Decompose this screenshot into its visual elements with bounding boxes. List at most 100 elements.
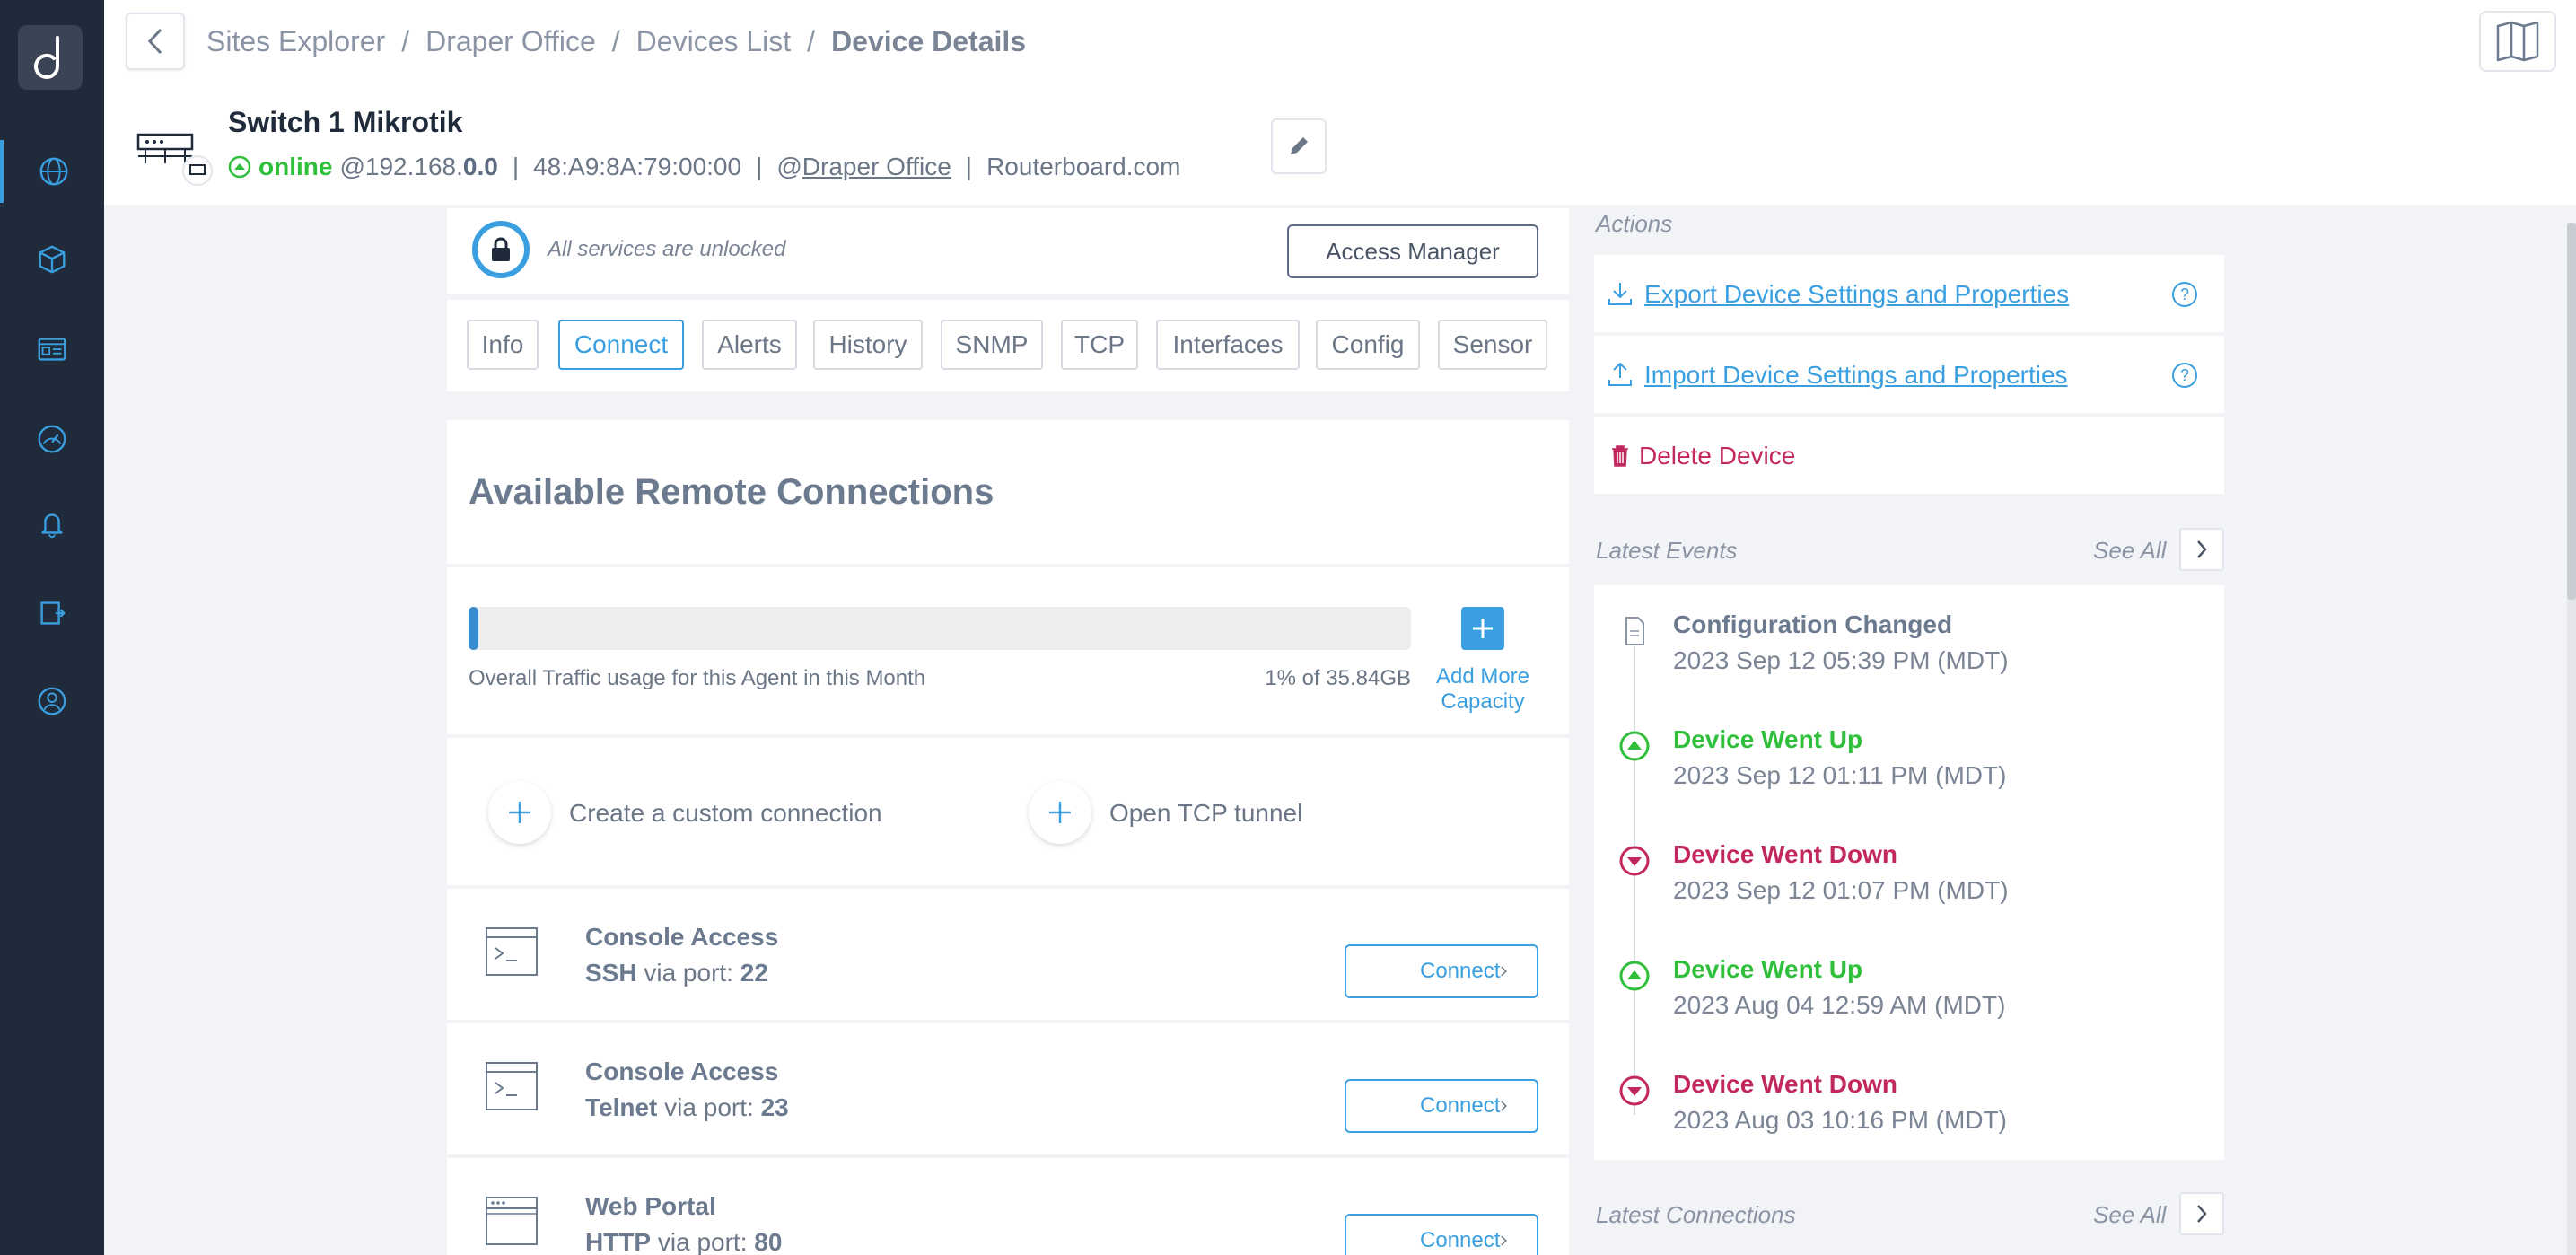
back-button[interactable] xyxy=(126,13,185,70)
event-time: 2023 Sep 12 01:07 PM (MDT) xyxy=(1673,876,2009,904)
chevron-right-icon xyxy=(2197,1205,2207,1223)
access-manager-button[interactable]: Access Manager xyxy=(1287,224,1538,278)
traffic-value: 1% of 35.84GB xyxy=(1265,666,1411,690)
nav-reports[interactable] xyxy=(0,582,104,645)
event-title: Device Went Up xyxy=(1673,955,1863,983)
nav-sites[interactable] xyxy=(0,140,104,203)
lock-status-text: All services are unlocked xyxy=(548,237,786,261)
export-settings-row: Export Device Settings and Properties ? xyxy=(1594,255,2224,332)
nav-alerts[interactable] xyxy=(0,492,104,555)
logo-d-icon xyxy=(34,36,59,79)
connection-protocol-port: HTTP via port: 80 xyxy=(585,1228,782,1255)
delete-device-label[interactable]: Delete Device xyxy=(1639,442,1795,470)
sidebar xyxy=(0,0,104,1255)
tab-tcp[interactable]: TCP xyxy=(1061,320,1138,370)
browser-icon xyxy=(486,1197,538,1245)
breadcrumb-separator: / xyxy=(401,25,410,57)
tab-bar: Info Connect Alerts History SNMP TCP Int… xyxy=(447,300,1569,391)
event-title: Device Went Down xyxy=(1673,840,1897,868)
connect-label: Connect xyxy=(1420,1093,1501,1118)
export-settings-link[interactable]: Export Device Settings and Properties xyxy=(1644,280,2069,309)
connection-via: via port: xyxy=(644,959,733,987)
plus-icon xyxy=(1473,619,1493,638)
delete-device-row[interactable]: Delete Device xyxy=(1594,417,2224,494)
open-tcp-tunnel-button[interactable] xyxy=(1029,781,1091,844)
device-ip-suffix: 0.0 xyxy=(462,153,498,180)
connect-telnet-button[interactable]: Connect xyxy=(1345,1079,1538,1133)
nav-inventory[interactable] xyxy=(0,318,104,381)
import-settings-link[interactable]: Import Device Settings and Properties xyxy=(1644,361,2068,390)
id-card-icon xyxy=(38,338,66,361)
tab-alerts[interactable]: Alerts xyxy=(702,320,797,370)
app-logo[interactable] xyxy=(18,25,83,90)
breadcrumb-sites-explorer[interactable]: Sites Explorer xyxy=(206,25,385,58)
connection-port: 22 xyxy=(740,959,768,987)
event-item[interactable]: Device Went Down 2023 Aug 03 10:16 PM (M… xyxy=(1594,1045,2224,1160)
plus-icon xyxy=(1049,802,1071,823)
traffic-usage-panel: Overall Traffic usage for this Agent in … xyxy=(447,567,1569,734)
nav-monitoring[interactable] xyxy=(0,408,104,470)
event-item[interactable]: Device Went Down 2023 Sep 12 01:07 PM (M… xyxy=(1594,815,2224,930)
lock-icon xyxy=(472,221,530,278)
breadcrumb-draper-office[interactable]: Draper Office xyxy=(425,25,596,58)
connect-ssh-button[interactable]: Connect xyxy=(1345,944,1538,998)
connect-http-button[interactable]: Connect xyxy=(1345,1214,1538,1255)
device-site-prefix: @ xyxy=(776,153,802,180)
events-timeline: Configuration Changed 2023 Sep 12 05:39 … xyxy=(1594,585,2224,1160)
status-down-icon xyxy=(1619,846,1650,876)
connection-title: Console Access xyxy=(585,923,779,951)
create-custom-connection-label[interactable]: Create a custom connection xyxy=(569,799,882,828)
events-see-all-link[interactable]: See All xyxy=(2093,537,2166,565)
tab-interfaces[interactable]: Interfaces xyxy=(1156,320,1300,370)
book-icon xyxy=(2496,21,2539,62)
device-header: Sites Explorer / Draper Office / Devices… xyxy=(104,0,2576,205)
connection-port: 23 xyxy=(760,1093,789,1121)
connection-protocol: Telnet xyxy=(585,1093,658,1121)
events-see-all-button[interactable] xyxy=(2179,528,2224,571)
terminal-icon xyxy=(486,1062,538,1110)
connections-see-all-link[interactable]: See All xyxy=(2093,1201,2166,1229)
connection-protocol-port: Telnet via port: 23 xyxy=(585,1093,789,1122)
docs-button[interactable] xyxy=(2479,11,2556,72)
document-icon xyxy=(1619,616,1650,646)
import-help-icon[interactable]: ? xyxy=(2172,363,2197,388)
device-site-link[interactable]: Draper Office xyxy=(802,153,951,181)
tab-info[interactable]: Info xyxy=(467,320,539,370)
switch-device-icon xyxy=(136,126,214,189)
device-vendor: Routerboard.com xyxy=(986,153,1181,180)
breadcrumb-separator: / xyxy=(611,25,620,57)
event-item[interactable]: Device Went Up 2023 Sep 12 01:11 PM (MDT… xyxy=(1594,700,2224,815)
remote-connections-header: Available Remote Connections xyxy=(447,420,1569,564)
nav-devices[interactable] xyxy=(0,228,104,291)
add-capacity-button[interactable] xyxy=(1461,607,1504,650)
terminal-icon xyxy=(486,927,538,976)
event-item[interactable]: Device Went Up 2023 Aug 04 12:59 AM (MDT… xyxy=(1594,930,2224,1045)
open-tcp-tunnel-label[interactable]: Open TCP tunnel xyxy=(1109,799,1302,828)
breadcrumb-devices-list[interactable]: Devices List xyxy=(636,25,792,58)
connection-title: Console Access xyxy=(585,1058,779,1085)
connections-see-all-button[interactable] xyxy=(2179,1192,2224,1235)
device-name: Switch 1 Mikrotik xyxy=(228,106,463,138)
tab-sensor[interactable]: Sensor xyxy=(1438,320,1547,370)
event-time: 2023 Sep 12 01:11 PM (MDT) xyxy=(1673,761,2007,789)
chevron-right-icon xyxy=(2197,540,2207,558)
download-icon xyxy=(1608,283,1632,305)
globe-icon xyxy=(39,157,68,186)
actions-label: Actions xyxy=(1596,210,1673,237)
tab-connect[interactable]: Connect xyxy=(558,320,684,370)
add-capacity-link[interactable]: Add More Capacity xyxy=(1425,664,1540,715)
event-time: 2023 Aug 04 12:59 AM (MDT) xyxy=(1673,991,2006,1019)
create-custom-connection-button[interactable] xyxy=(488,781,551,844)
device-meta: online @192.168. 0.0 | 48:A9:8A:79:00:00 … xyxy=(228,153,1180,181)
event-item[interactable]: Configuration Changed 2023 Sep 12 05:39 … xyxy=(1594,585,2224,700)
tab-config[interactable]: Config xyxy=(1316,320,1420,370)
status-up-icon xyxy=(228,155,251,179)
tab-snmp[interactable]: SNMP xyxy=(941,320,1043,370)
nav-account[interactable] xyxy=(0,670,104,733)
export-help-icon[interactable]: ? xyxy=(2172,282,2197,307)
page-scrollbar-thumb[interactable] xyxy=(2567,223,2576,600)
traffic-progress-fill xyxy=(469,607,478,650)
device-ip-prefix: @192.168. xyxy=(339,153,463,180)
tab-history[interactable]: History xyxy=(813,320,923,370)
edit-device-button[interactable] xyxy=(1271,118,1327,174)
